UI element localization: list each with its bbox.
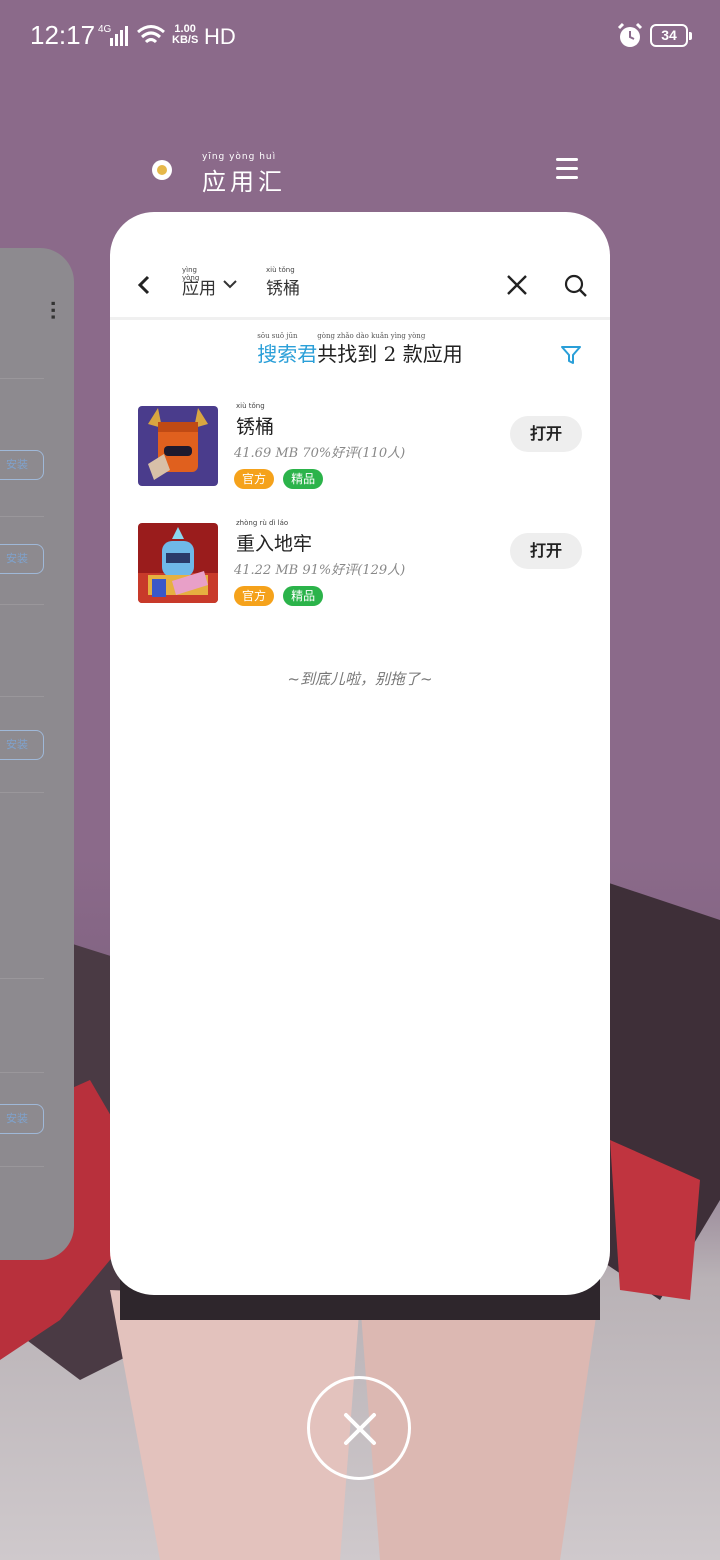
open-button[interactable]: 打开 (510, 533, 582, 569)
install-button[interactable]: 安装 (0, 450, 44, 480)
tag-official: 官方 (234, 469, 275, 489)
status-bar: 12:17 4G 1.00 KB/S HD 34 (0, 0, 720, 72)
summary-brand: 搜索君 (257, 342, 318, 366)
divider (0, 978, 44, 979)
result-row-rusty-bucket[interactable]: xiù tǒng 锈桶 41.69 MB 70%好评(110人) 官方 精品 打… (138, 402, 588, 489)
category-label: 应用 (182, 279, 216, 299)
app-title: 应用汇 (202, 168, 286, 196)
search-icon[interactable] (564, 274, 588, 298)
speed-unit: KB/S (172, 34, 199, 46)
back-arrow-icon[interactable] (136, 274, 152, 296)
chevron-down-icon[interactable] (222, 278, 238, 290)
divider (0, 604, 44, 605)
end-of-list-note: ~到底儿啦，别拖了~ (287, 670, 433, 688)
open-button[interactable]: 打开 (510, 416, 582, 452)
close-all-icon (344, 1413, 376, 1445)
divider (0, 792, 44, 793)
install-button[interactable]: 安装 (0, 1104, 44, 1134)
app-meta: 41.22 MB 91%好评(129人) (234, 563, 406, 578)
divider (0, 516, 44, 517)
recent-app-card-main[interactable]: yìng yòng 应用 xiù tǒng 锈桶 sōu suǒ jūn 搜索君… (110, 212, 610, 1295)
wifi-icon (137, 25, 165, 44)
keyword-label: 锈桶 (266, 279, 300, 299)
divider (0, 696, 44, 697)
close-all-button[interactable] (307, 1376, 411, 1480)
signal-icon (110, 26, 128, 46)
app-thumbnail[interactable] (138, 406, 218, 486)
app-thumbnail[interactable] (138, 523, 218, 603)
app-name-pinyin: zhòng rù dì láo (236, 519, 289, 527)
tag-official: 官方 (234, 586, 275, 606)
divider (0, 1166, 44, 1167)
network-speed: 1.00 KB/S (172, 24, 198, 46)
result-row-enter-the-dungeon[interactable]: zhòng rù dì láo 重入地牢 41.22 MB 91%好评(129人… (138, 519, 588, 606)
clock: 12:17 (30, 20, 96, 50)
app-name-pinyin: xiù tǒng (236, 402, 265, 410)
divider (0, 378, 44, 379)
app-meta: 41.69 MB 70%好评(110人) (234, 446, 406, 461)
tag-list: 官方 精品 (234, 468, 327, 489)
recent-app-card-left[interactable]: ··· 安装 安装 安装 安装 (0, 248, 74, 1260)
search-toolbar: yìng yòng 应用 xiù tǒng 锈桶 (110, 212, 610, 320)
close-icon[interactable] (506, 274, 528, 296)
filter-icon[interactable] (560, 344, 582, 366)
tag-featured: 精品 (283, 586, 324, 606)
summary-brand-pinyin: sōu suǒ jūn (257, 332, 298, 340)
app-header: yīng yòng huì 应用汇 (150, 150, 590, 196)
alarm-icon (617, 22, 643, 47)
tag-featured: 精品 (283, 469, 324, 489)
search-summary: sōu suǒ jūn 搜索君 gòng zhǎo dào kuǎn yìng … (110, 332, 610, 378)
category-selector[interactable]: yìng yòng 应用 (182, 266, 216, 299)
install-button[interactable]: 安装 (0, 544, 44, 574)
app-name[interactable]: 锈桶 (236, 412, 274, 439)
battery-icon: 34 (650, 24, 692, 47)
summary-text: 共找到 2 款应用 (317, 342, 463, 366)
menu-icon[interactable] (556, 158, 578, 182)
summary-text-pinyin: gòng zhǎo dào kuǎn yìng yòng (317, 332, 426, 340)
app-icon (152, 160, 172, 180)
search-keyword[interactable]: xiù tǒng 锈桶 (266, 266, 300, 299)
tag-list: 官方 精品 (234, 585, 327, 606)
hd-indicator: HD (204, 24, 236, 49)
keyword-pinyin: xiù tǒng (266, 266, 295, 274)
app-title-pinyin: yīng yòng huì (202, 152, 277, 162)
divider (0, 1072, 44, 1073)
app-name[interactable]: 重入地牢 (236, 529, 312, 556)
category-pinyin: yìng yòng (182, 266, 200, 282)
install-button[interactable]: 安装 (0, 730, 44, 760)
more-icon[interactable]: ··· (42, 300, 63, 321)
